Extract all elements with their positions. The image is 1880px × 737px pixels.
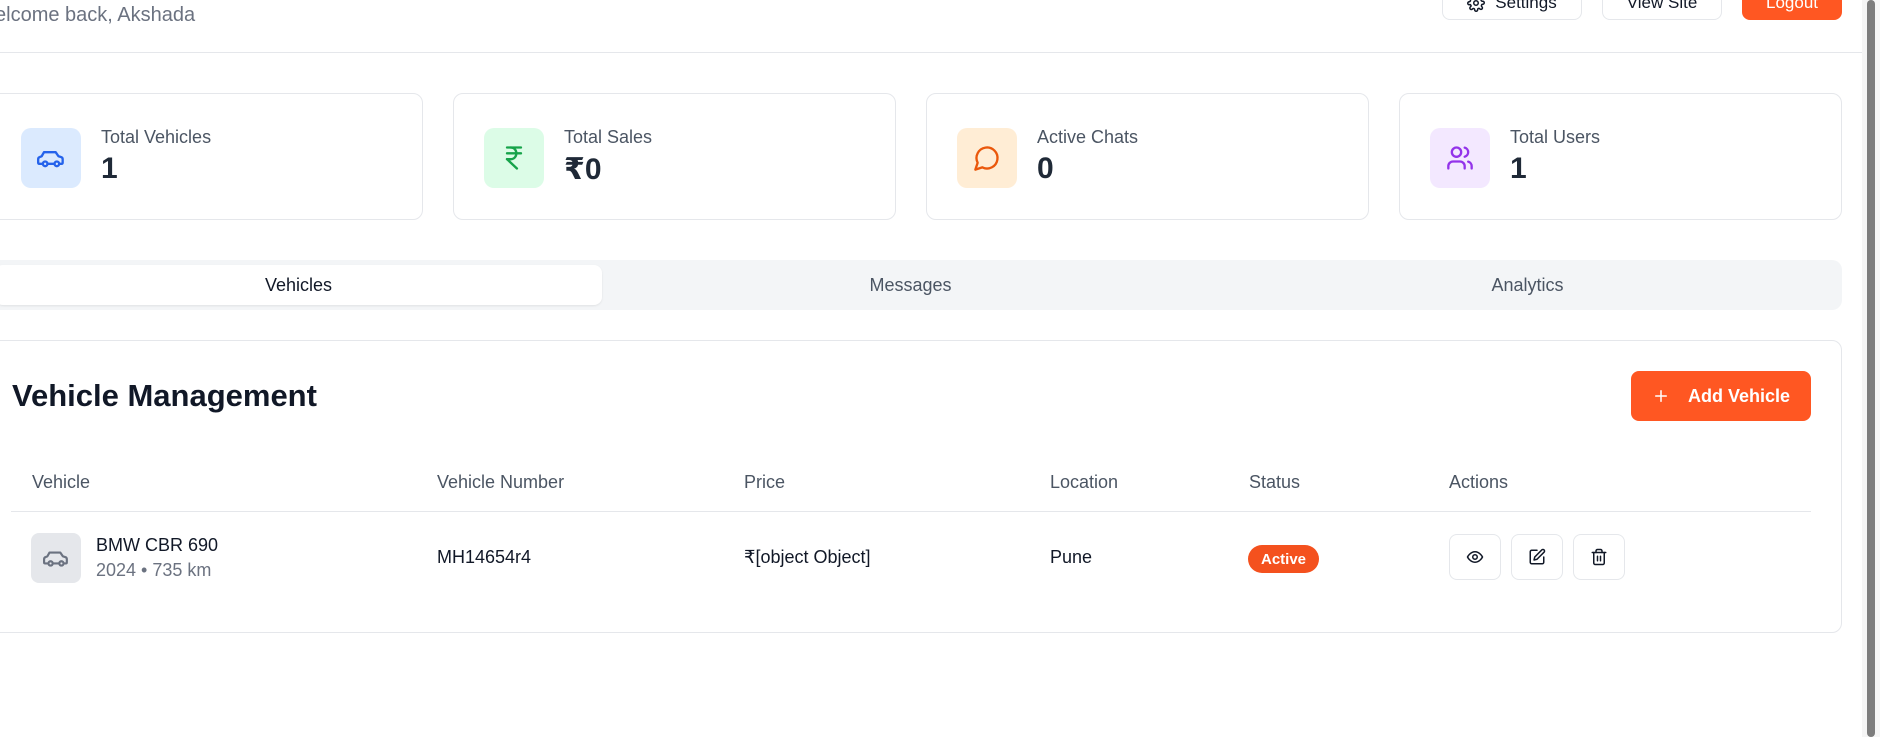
add-vehicle-button[interactable]: Add Vehicle: [1631, 371, 1811, 421]
car-icon: [37, 151, 64, 168]
scrollbar-thumb[interactable]: [1867, 0, 1875, 737]
column-header-status: Status: [1249, 472, 1301, 492]
message-circle-icon: [974, 146, 999, 171]
rupee-icon: [505, 146, 523, 170]
add-vehicle-label: Add Vehicle: [1687, 385, 1791, 406]
column-header-vehicle-number: Vehicle Number: [437, 472, 565, 492]
settings-button[interactable]: Settings: [1442, 0, 1582, 20]
view-button[interactable]: [1449, 534, 1501, 580]
stat-icon-box: [21, 128, 81, 188]
logout-label: Logout: [1766, 0, 1818, 12]
welcome-text: elcome back, Akshada: [0, 4, 196, 26]
stat-value: ₹0: [564, 153, 602, 186]
vehicle-management-panel: Vehicle Management Add Vehicle Vehicle V…: [0, 340, 1842, 633]
stat-icon-box: [484, 128, 544, 188]
stat-label: Total Sales: [564, 127, 653, 147]
edit-icon: [1529, 548, 1546, 565]
eye-icon: [1466, 551, 1484, 563]
stat-card-total-sales: Total Sales ₹0: [453, 93, 896, 220]
vehicle-number: MH14654r4: [437, 547, 532, 567]
stat-value: 1: [1510, 152, 1527, 185]
vehicle-location: Pune: [1050, 547, 1093, 567]
car-icon: [43, 551, 68, 567]
trash-icon: [1591, 548, 1607, 566]
tab-analytics[interactable]: Analytics: [1224, 265, 1831, 305]
panel-title: Vehicle Management: [12, 378, 317, 413]
page-scrollbar[interactable]: [1862, 0, 1880, 737]
column-header-price: Price: [744, 472, 786, 492]
column-header-vehicle: Vehicle: [32, 472, 91, 492]
vehicle-name: BMW CBR 690: [96, 535, 219, 555]
table-divider: [11, 511, 1811, 512]
delete-button[interactable]: [1573, 534, 1625, 580]
stat-card-total-vehicles: Total Vehicles 1: [0, 93, 423, 220]
tab-vehicles[interactable]: Vehicles: [0, 265, 602, 305]
settings-label: Settings: [1495, 0, 1557, 12]
stat-value: 0: [1037, 152, 1054, 185]
logout-button[interactable]: Logout: [1742, 0, 1842, 20]
tab-messages[interactable]: Messages: [607, 265, 1214, 305]
stat-label: Active Chats: [1037, 127, 1139, 147]
column-header-actions: Actions: [1449, 472, 1509, 492]
stat-label: Total Users: [1510, 127, 1601, 147]
stat-icon-box: [1430, 128, 1490, 188]
vehicle-meta: 2024 • 735 km: [96, 560, 212, 580]
gear-icon: [1467, 0, 1486, 12]
view-site-label: View Site: [1626, 0, 1698, 12]
stat-card-active-chats: Active Chats 0: [926, 93, 1369, 220]
stat-value: 1: [101, 152, 118, 185]
plus-icon: [1654, 390, 1667, 402]
stat-icon-box: [957, 128, 1017, 188]
users-icon: [1447, 146, 1473, 170]
column-header-location: Location: [1050, 472, 1119, 492]
view-site-button[interactable]: View Site: [1602, 0, 1722, 20]
tab-list: Vehicles Messages Analytics: [0, 260, 1842, 310]
top-header: elcome back, Akshada Settings View Site …: [0, 0, 1862, 53]
stat-card-total-users: Total Users 1: [1399, 93, 1842, 220]
vehicle-thumbnail: [31, 533, 81, 583]
status-badge: Active: [1248, 545, 1320, 573]
edit-button[interactable]: [1511, 534, 1563, 580]
stat-label: Total Vehicles: [101, 127, 212, 147]
vehicle-price: ₹[object Object]: [744, 547, 871, 567]
